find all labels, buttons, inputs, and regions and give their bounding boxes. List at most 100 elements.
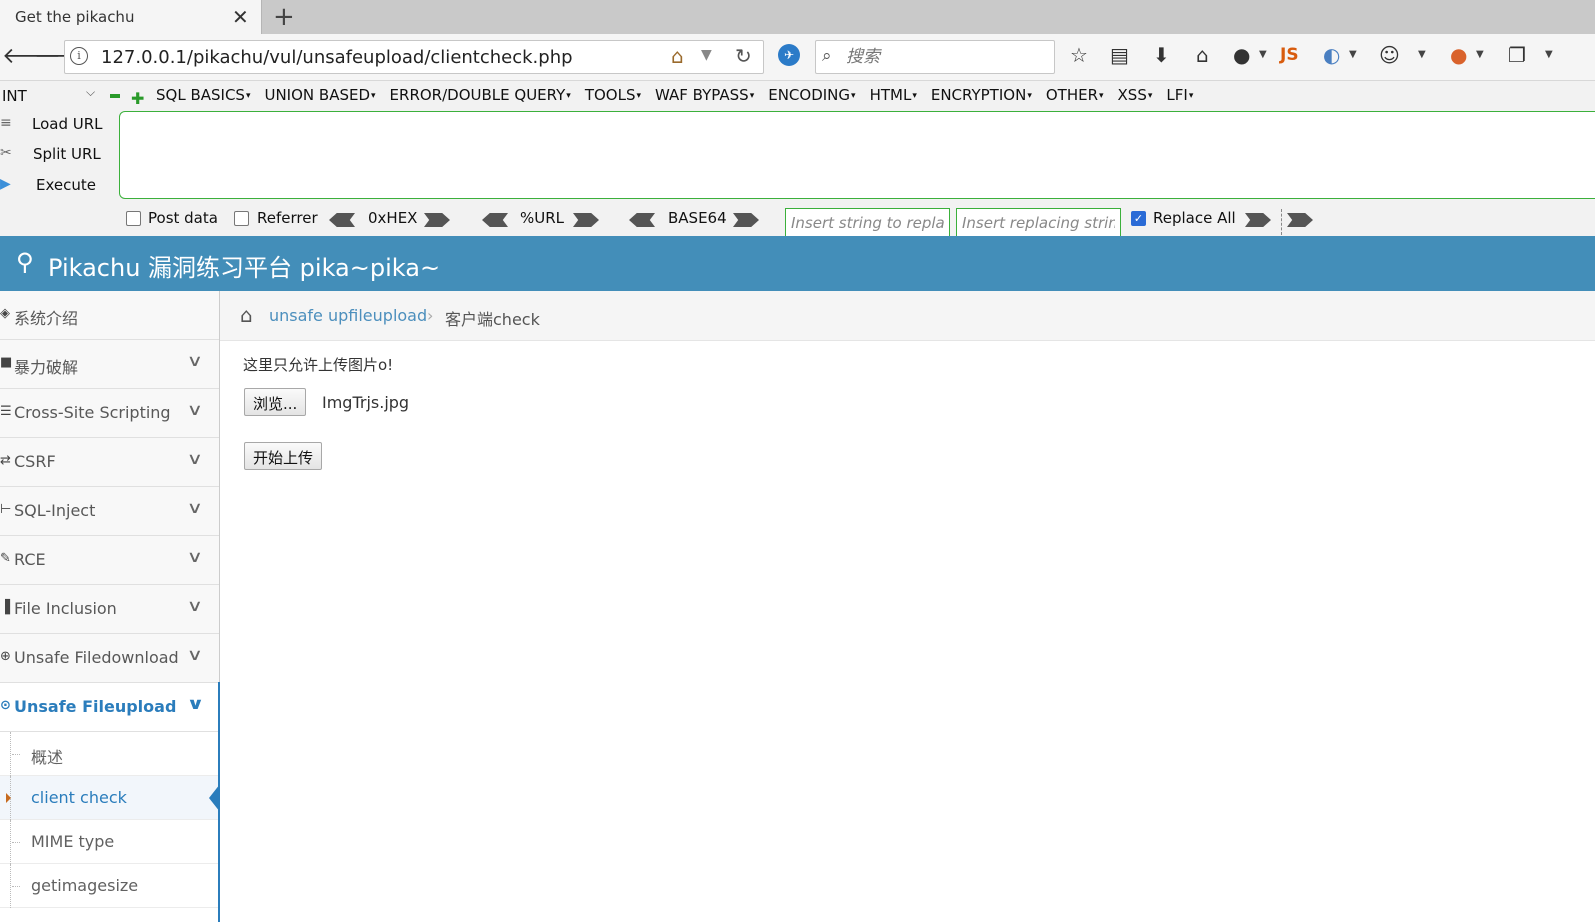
hackbar-menu: SQL BASICS UNION BASED ERROR/DOUBLE QUER… [156, 86, 1207, 104]
menu-html[interactable]: HTML [870, 86, 917, 104]
page-title[interactable]: Pikachu 漏洞练习平台 pika~pika~ [48, 248, 440, 283]
chevron-down-icon: ∨ [186, 694, 205, 713]
url-text[interactable]: 127.0.0.1/pikachu/vul/unsafeupload/clien… [101, 47, 573, 68]
sidebar-item-xss[interactable]: ☰ Cross-Site Scripting ∨ [0, 389, 219, 438]
replace-left-arrow-icon[interactable] [1245, 213, 1271, 227]
chevron-down-icon[interactable]: ▼ [1476, 49, 1484, 60]
minus-icon[interactable] [110, 94, 120, 98]
file-icon: ▐ [0, 600, 10, 615]
search-bar[interactable]: ⌕ [815, 40, 1055, 74]
sidebar-submenu: 概述 client check MIME type getimagesize [0, 732, 220, 922]
url-encode-label: %URL [520, 209, 565, 227]
replace-all-checkbox[interactable]: ✓ [1131, 211, 1146, 226]
upload-notice: 这里只允许上传图片o! [243, 356, 394, 374]
chevron-down-icon[interactable]: ▼ [701, 47, 712, 63]
hex-encode-arrow-icon[interactable] [424, 213, 450, 227]
chevron-down-icon: ∨ [186, 498, 204, 517]
hackbar-type-select[interactable]: INT ⌵ [0, 85, 100, 107]
base64-label: BASE64 [668, 209, 727, 227]
hex-decode-arrow-icon[interactable] [329, 213, 355, 227]
sidebar-item-label: CSRF [14, 452, 56, 471]
chevron-down-icon[interactable]: ▼ [1418, 49, 1426, 60]
tab-title: Get the pikachu [15, 8, 135, 26]
url-encode-arrow-icon[interactable] [573, 213, 599, 227]
selected-file-name: ImgTrjs.jpg [322, 393, 410, 412]
sidebar-item-csrf[interactable]: ⇄ CSRF ∨ [0, 438, 219, 487]
breadcrumb-current: 客户端check [445, 310, 540, 329]
menu-lfi[interactable]: LFI [1166, 86, 1193, 104]
js-icon[interactable]: JS [1280, 45, 1299, 65]
sidebar-item-bruteforce[interactable]: ■ 暴力破解 ∨ [0, 340, 219, 389]
submenu-item-client-check[interactable]: client check [0, 776, 220, 820]
submenu-item-overview[interactable]: 概述 [0, 732, 219, 776]
info-icon[interactable]: i [70, 47, 88, 65]
download-icon[interactable]: ⬇ [1153, 43, 1170, 67]
search-input[interactable] [846, 45, 1046, 69]
menu-tools[interactable]: TOOLS [585, 86, 641, 104]
bookmark-star-icon[interactable]: ☆ [1070, 43, 1088, 67]
load-url-button[interactable]: ≡ Load URL [0, 113, 110, 141]
submenu-item-label: MIME type [31, 832, 115, 851]
sidebar-item-file-inclusion[interactable]: ▐ File Inclusion ∨ [0, 585, 219, 634]
palette-icon[interactable]: ☺ [1379, 43, 1400, 67]
sidebar-item-rce[interactable]: ✎ RCE ∨ [0, 536, 219, 585]
close-tab-icon[interactable]: ✕ [232, 5, 249, 29]
chevron-down-icon: ∨ [186, 351, 204, 370]
url-decode-arrow-icon[interactable] [482, 213, 508, 227]
overflow-icon[interactable]: ❐ [1508, 43, 1526, 67]
chevron-down-icon[interactable]: ▼ [1349, 49, 1357, 60]
split-url-button[interactable]: ✂ Split URL [0, 143, 110, 171]
reload-icon[interactable]: ↻ [735, 44, 752, 68]
url-bar[interactable]: i 127.0.0.1/pikachu/vul/unsafeupload/cli… [64, 40, 764, 74]
breadcrumb-link[interactable]: unsafe upfileupload [269, 306, 427, 325]
fox-icon[interactable]: ● [1450, 43, 1467, 67]
execute-label: Execute [36, 176, 96, 194]
browser-tab[interactable]: Get the pikachu ✕ [0, 0, 262, 34]
sidebar-item-label: RCE [14, 550, 46, 569]
replace-right-arrow-icon[interactable] [1287, 213, 1313, 227]
post-data-checkbox[interactable] [126, 211, 141, 226]
sidebar-item-label: Cross-Site Scripting [14, 403, 171, 422]
chevron-down-icon[interactable]: ▼ [1259, 49, 1267, 60]
base64-decode-arrow-icon[interactable] [629, 213, 655, 227]
tab-strip: Get the pikachu ✕ + [0, 0, 1595, 34]
chevron-down-icon[interactable]: ▼ [1545, 49, 1553, 60]
breadcrumb-separator: › [427, 306, 434, 325]
desktop-icon: ◈ [0, 306, 10, 321]
submenu-item-getimagesize[interactable]: getimagesize [0, 864, 219, 908]
menu-error-double-query[interactable]: ERROR/DOUBLE QUERY [390, 86, 571, 104]
home-icon[interactable]: ⌂ [671, 44, 684, 68]
base64-encode-arrow-icon[interactable] [733, 213, 759, 227]
hackbar-url-textarea[interactable] [119, 111, 1595, 199]
sidebar-item-sql-inject[interactable]: ⊢ SQL-Inject ∨ [0, 487, 219, 536]
hex-label: 0xHEX [368, 209, 418, 227]
menu-encoding[interactable]: ENCODING [768, 86, 855, 104]
upload-button[interactable]: 开始上传 [244, 442, 323, 470]
menu-other[interactable]: OTHER [1046, 86, 1104, 104]
bird-extension-icon[interactable]: ✈ [778, 44, 800, 66]
execute-button[interactable]: ▶ Execute [0, 174, 110, 202]
menu-sql-basics[interactable]: SQL BASICS [156, 86, 250, 104]
pencil-icon: ✎ [0, 551, 11, 566]
menu-waf-bypass[interactable]: WAF BYPASS [655, 86, 754, 104]
menu-encryption[interactable]: ENCRYPTION [931, 86, 1032, 104]
sidebar-item-unsafe-fileupload[interactable]: ⊙ Unsafe Fileupload ∨ [0, 683, 219, 732]
sidebar-item-intro[interactable]: ◈ 系统介绍 [0, 291, 219, 340]
extension-icon[interactable]: ◐ [1323, 43, 1340, 67]
new-tab-icon[interactable]: + [273, 2, 295, 32]
menu-union-based[interactable]: UNION BASED [264, 86, 375, 104]
load-url-icon: ≡ [0, 115, 12, 131]
upload-circle-icon: ⊙ [0, 698, 11, 713]
submenu-item-mime-type[interactable]: MIME type [0, 820, 219, 864]
replace-from-input[interactable] [785, 208, 950, 238]
browse-button[interactable]: 浏览... [244, 388, 307, 416]
home-icon[interactable]: ⌂ [1196, 43, 1209, 67]
plus-icon[interactable]: ✚ [131, 89, 144, 108]
referrer-checkbox[interactable] [234, 211, 249, 226]
reading-list-icon[interactable]: ▤ [1110, 43, 1129, 67]
replace-to-input[interactable] [956, 208, 1121, 238]
globe-icon[interactable]: ● [1233, 43, 1250, 67]
load-url-label: Load URL [32, 115, 103, 133]
sidebar-item-unsafe-filedownload[interactable]: ⊕ Unsafe Filedownload ∨ [0, 634, 219, 683]
menu-xss[interactable]: XSS [1118, 86, 1153, 104]
